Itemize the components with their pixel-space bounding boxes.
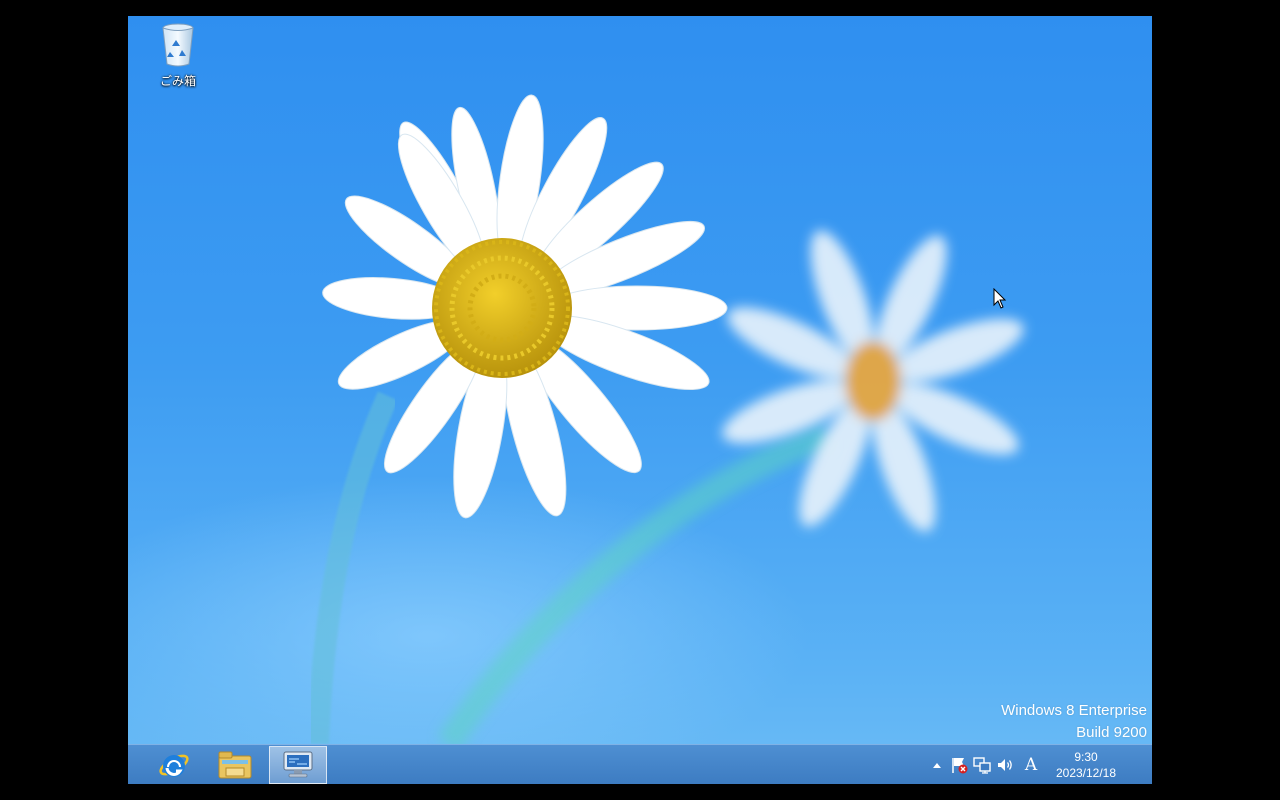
recycle-bin-icon	[162, 23, 194, 67]
clock-date: 2023/12/18	[1055, 766, 1117, 780]
edition-text: Windows 8 Enterprise	[1001, 702, 1147, 719]
desktop-icon-recycle-bin[interactable]: ごみ箱	[150, 22, 206, 92]
build-text: Build 9200	[1076, 724, 1147, 741]
taskbar-file-explorer-button[interactable]	[206, 746, 264, 784]
input-method-button[interactable]: A	[1021, 755, 1041, 775]
wallpaper-daisy-image	[128, 94, 1024, 744]
show-hidden-icons-button[interactable]	[927, 755, 947, 775]
taskbar-clock[interactable]: 9:30 2023/12/18	[1046, 749, 1126, 781]
volume-icon	[998, 759, 1012, 771]
network-icon	[973, 757, 991, 774]
action-center-flag-icon	[952, 758, 968, 774]
windows-edition-watermark: Windows 8 Enterprise Build 9200	[1001, 700, 1147, 744]
chevron-up-icon	[933, 763, 941, 768]
action-center-button[interactable]	[949, 755, 969, 775]
taskbar: A 9:30 2023/12/18	[128, 744, 1152, 784]
desktop-icon-label: ごみ箱	[159, 74, 196, 88]
volume-button[interactable]	[995, 755, 1015, 775]
mouse-cursor-icon	[993, 288, 1007, 309]
internet-explorer-icon	[159, 754, 189, 777]
taskbar-internet-explorer-button[interactable]	[145, 746, 203, 784]
system-tray: A 9:30 2023/12/18	[922, 745, 1152, 784]
clock-time: 9:30	[1074, 750, 1098, 764]
taskbar-remote-desktop-button[interactable]	[269, 746, 327, 784]
file-explorer-icon	[218, 751, 252, 779]
desktop-screen: ごみ箱 Windows 8 Enterprise Build 9200 A 9:…	[128, 16, 1152, 784]
ime-mode-indicator: A	[1024, 755, 1038, 775]
remote-desktop-icon	[283, 751, 313, 778]
network-button[interactable]	[972, 755, 992, 775]
